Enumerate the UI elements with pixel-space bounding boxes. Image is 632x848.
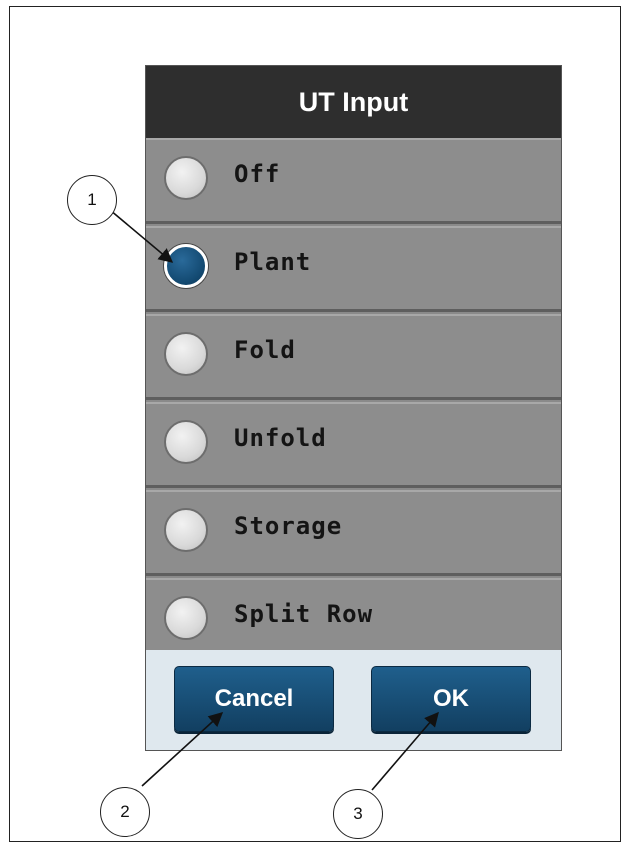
radio-button[interactable] xyxy=(164,156,208,200)
radio-button[interactable] xyxy=(164,596,208,640)
ok-button[interactable]: OK xyxy=(371,666,531,732)
option-fold[interactable]: Fold xyxy=(146,314,561,400)
option-unfold[interactable]: Unfold xyxy=(146,402,561,488)
option-split-row[interactable]: Split Row xyxy=(146,578,561,650)
options-list[interactable]: Off Plant Fold Unfold Storage Split Row xyxy=(146,138,561,650)
radio-button[interactable] xyxy=(164,420,208,464)
cancel-button[interactable]: Cancel xyxy=(174,666,334,732)
option-label: Off xyxy=(234,160,281,188)
option-label: Split Row xyxy=(234,600,374,628)
option-label: Fold xyxy=(234,336,296,364)
option-label: Plant xyxy=(234,248,312,276)
radio-button-selected[interactable] xyxy=(164,244,208,288)
dialog-title: UT Input xyxy=(146,66,561,138)
callout-2: 2 xyxy=(100,787,150,837)
ut-input-dialog: UT Input Off Plant Fold Unfold Storage S… xyxy=(146,66,561,750)
button-bar: Cancel OK xyxy=(146,650,561,750)
option-plant[interactable]: Plant xyxy=(146,226,561,312)
option-storage[interactable]: Storage xyxy=(146,490,561,576)
option-off[interactable]: Off xyxy=(146,138,561,224)
option-label: Unfold xyxy=(234,424,327,452)
option-label: Storage xyxy=(234,512,343,540)
callout-1: 1 xyxy=(67,175,117,225)
callout-3: 3 xyxy=(333,789,383,839)
radio-button[interactable] xyxy=(164,332,208,376)
radio-button[interactable] xyxy=(164,508,208,552)
